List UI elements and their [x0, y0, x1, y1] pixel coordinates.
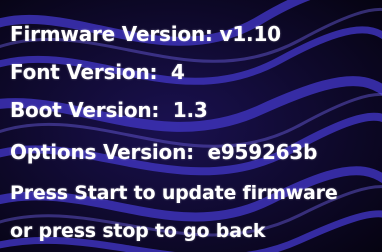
boot-version-text: Boot Version: 1.3 [10, 98, 208, 122]
font-version-text: Font Version: 4 [10, 60, 185, 84]
update-prompt-text: Press Start to update firmware [10, 182, 338, 204]
options-version-text: Options Version: e959263b [10, 140, 318, 164]
back-prompt-text: or press stop to go back [10, 220, 266, 242]
firmware-version-text: Firmware Version: v1.10 [10, 22, 281, 46]
device-screen: Firmware Version: v1.10 Font Version: 4 … [0, 0, 382, 252]
